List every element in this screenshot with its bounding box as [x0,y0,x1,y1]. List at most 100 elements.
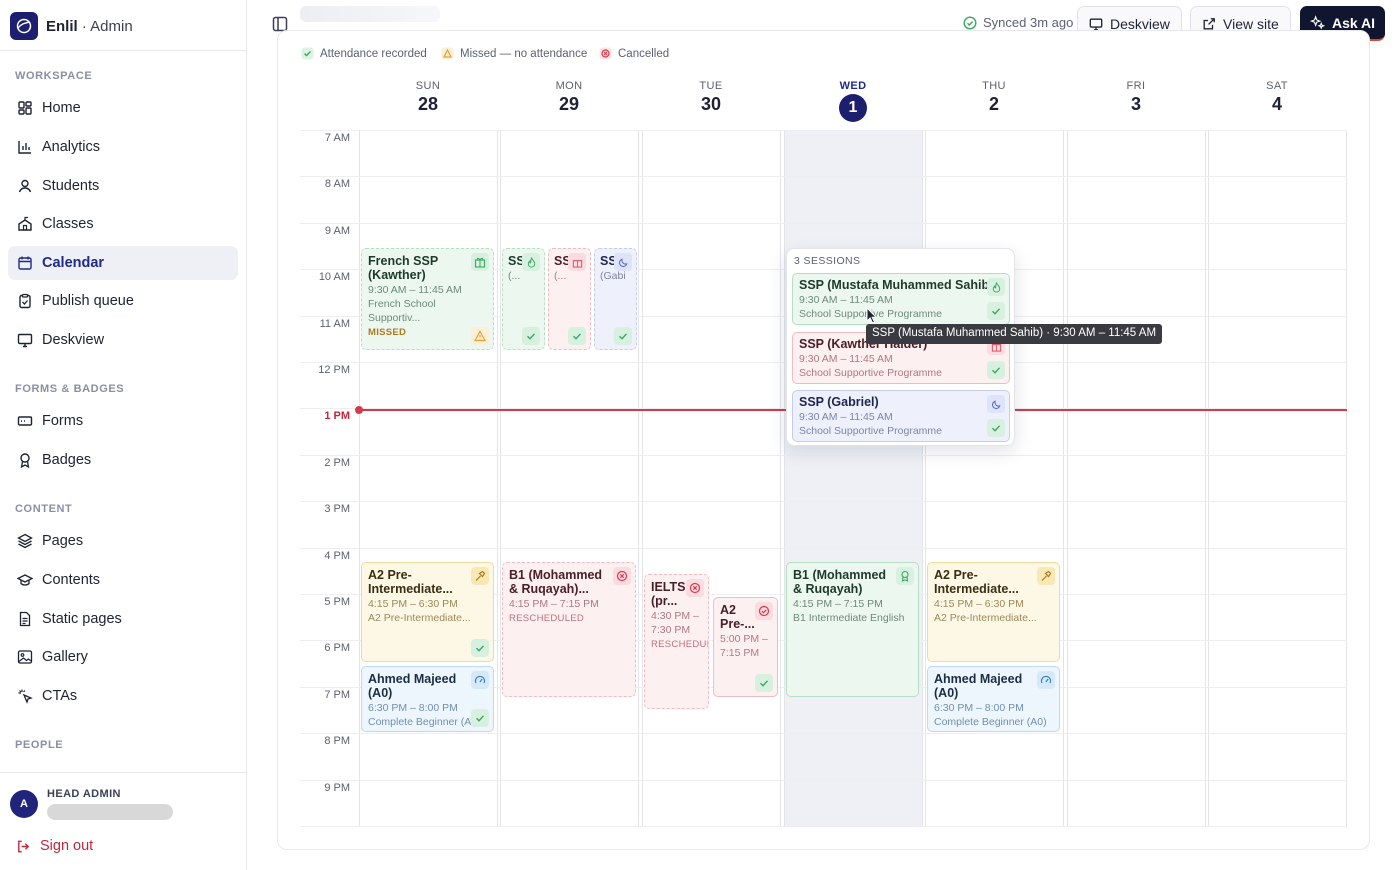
gauge-icon [1037,671,1055,689]
event-time: 4:15 PM – 6:30 PM [368,598,458,610]
sidebar-item-calendar[interactable]: Calendar [8,246,238,280]
sidebar-item-analytics[interactable]: Analytics [8,130,238,164]
check-icon [614,327,632,345]
bar-chart-icon [18,141,31,154]
event-ielts-tue[interactable]: IELTS (pr... 4:30 PM – 7:30 PM RESCHEDUL… [644,574,709,709]
sidebar-item-label: CTAs [42,688,78,704]
event-ssp-gabriel-mon[interactable]: SS (Gabi [594,248,637,350]
event-title: A2 Pre-Intermediate... [934,568,1019,596]
popover-session-gabriel[interactable]: SSP (Gabriel) 9:30 AM – 11:45 AM School … [792,390,1010,442]
image-icon [17,650,33,664]
day-header-wed[interactable]: WED 1 [784,80,922,122]
event-a2-pre-intermediate-thu[interactable]: A2 Pre-Intermediate... 4:15 PM – 6:30 PM… [927,562,1060,662]
event-ssp-mustafa-mon[interactable]: SS (... [502,248,545,350]
sidebar-item-contents[interactable]: Contents [8,563,238,597]
day-column[interactable] [1067,130,1206,826]
event-ahmed-majeed-sun[interactable]: Ahmed Majeed (A0) 6:30 PM – 8:00 PM Comp… [361,666,494,732]
hour-label: 11 AM [319,318,350,330]
gift-icon [471,253,489,271]
event-b1-mohammed-ruqayah-wed[interactable]: B1 (Mohammed & Ruqayah) 4:15 PM – 7:15 P… [786,562,919,697]
day-name: SUN [415,80,441,92]
logout-icon [18,840,30,852]
event-title: B1 (Mohammed & Ruqayah) [793,568,887,596]
day-name: MON [555,80,583,92]
event-french-ssp[interactable]: French SSP (Kawther) 9:30 AM – 11:45 AM … [361,248,494,350]
event-title: Ahmed Majeed (A0) [934,672,1023,700]
event-ssp-kawther-mon[interactable]: SS (... [548,248,591,350]
ask-ai-label: Ask AI [1331,14,1376,31]
day-name: THU [982,80,1006,92]
sidebar-item-badges[interactable]: Badges [8,443,238,477]
legend-attendance-recorded: Attendance recorded [301,47,427,60]
sidebar-item-pages[interactable]: Pages [8,524,238,558]
hour-gridline [300,733,1347,734]
event-status: RESCHEDULED [509,613,585,624]
sidebar-item-label: Deskview [42,332,105,348]
event-b1-mohammed-ruqayah-mon[interactable]: B1 (Mohammed & Ruqayah)... 4:15 PM – 7:1… [502,562,636,697]
day-header-sat[interactable]: SAT 4 [1208,80,1346,115]
sync-status-text: Synced 3m ago [983,15,1074,30]
day-header-fri[interactable]: FRI 3 [1067,80,1205,115]
day-number: 4 [1271,94,1282,114]
brand-org: Enlil [46,17,78,35]
hour-label-now: 1 PM [324,410,350,422]
day-header-tue[interactable]: TUE 30 [642,80,780,115]
sidebar-item-forms[interactable]: Forms [8,404,238,438]
hour-gridline [300,826,1347,827]
day-column-today[interactable] [784,130,923,826]
hour-label: 12 PM [318,364,350,376]
sidebar-item-label: Forms [42,413,84,429]
sidebar-item-deskview[interactable]: Deskview [8,323,238,357]
sidebar-item-home[interactable]: Home [8,91,238,125]
event-a2-pre-intermediate-sun[interactable]: A2 Pre-Intermediate... 4:15 PM – 6:30 PM… [361,562,494,662]
sidebar-item-students[interactable]: Students [8,169,238,203]
legend-label: Missed — no attendance [460,47,588,60]
monitor-icon [17,333,33,348]
legend-label: Attendance recorded [320,47,427,60]
session-subtitle: School Supportive Programme [799,308,942,320]
brand[interactable]: Enlil · Admin [10,12,133,40]
day-column[interactable] [642,130,781,826]
event-time: 6:30 PM – 8:00 PM [368,702,458,714]
form-icon [17,416,33,426]
hour-label: 5 PM [324,596,350,608]
sidebar-item-classes[interactable]: Classes [8,207,238,241]
day-header-thu[interactable]: THU 2 [925,80,1063,115]
divider [0,50,247,51]
event-ahmed-majeed-thu[interactable]: Ahmed Majeed (A0) 6:30 PM – 8:00 PM Comp… [927,666,1060,732]
popover-session-mustafa[interactable]: SSP (Mustafa Muhammed Sahib) 9:30 AM – 1… [792,273,1010,325]
sidebar-item-label: Gallery [42,649,88,665]
divider [0,772,247,773]
school-icon [18,216,32,231]
legend-cancelled: Cancelled [599,47,669,60]
day-column[interactable] [500,130,639,826]
day-number: 3 [1130,94,1141,114]
sign-out-button[interactable]: Sign out [16,838,93,854]
hour-gridline [300,501,1347,502]
hour-label: 8 AM [324,178,350,190]
sidebar-item-gallery[interactable]: Gallery [8,640,238,674]
day-column[interactable] [1208,130,1347,826]
event-title: IELTS (pr... [651,580,686,608]
calendar-icon [18,256,32,270]
sessions-popover: 3 SESSIONS SSP (Mustafa Muhammed Sahib) … [786,248,1015,446]
day-header-mon[interactable]: MON 29 [500,80,638,115]
check-icon [755,674,773,692]
day-name: SAT [1266,80,1288,92]
day-header-sun[interactable]: SUN 28 [359,80,497,115]
sidebar-item-static-pages[interactable]: Static pages [8,602,238,636]
event-time: 4:30 PM – 7:30 PM [651,610,699,636]
enlil-logo-icon [10,12,38,40]
sidebar-item-publish-queue[interactable]: Publish queue [8,284,238,318]
user-profile[interactable]: A HEAD ADMIN [10,788,173,820]
x-circle-icon [599,47,612,60]
hour-label: 4 PM [324,550,350,562]
check-square-icon [301,47,314,60]
event-a2-pre-tue[interactable]: A2 Pre-... 5:00 PM – 7:15 PM [713,597,778,697]
clipboard-icon [19,293,31,309]
event-subtitle: (Gabi [600,270,626,282]
cancelled-x-icon [686,579,704,597]
hour-gridline [300,223,1347,224]
sidebar-item-ctas[interactable]: CTAs [8,679,238,713]
brand-name: Enlil · Admin [46,18,133,35]
